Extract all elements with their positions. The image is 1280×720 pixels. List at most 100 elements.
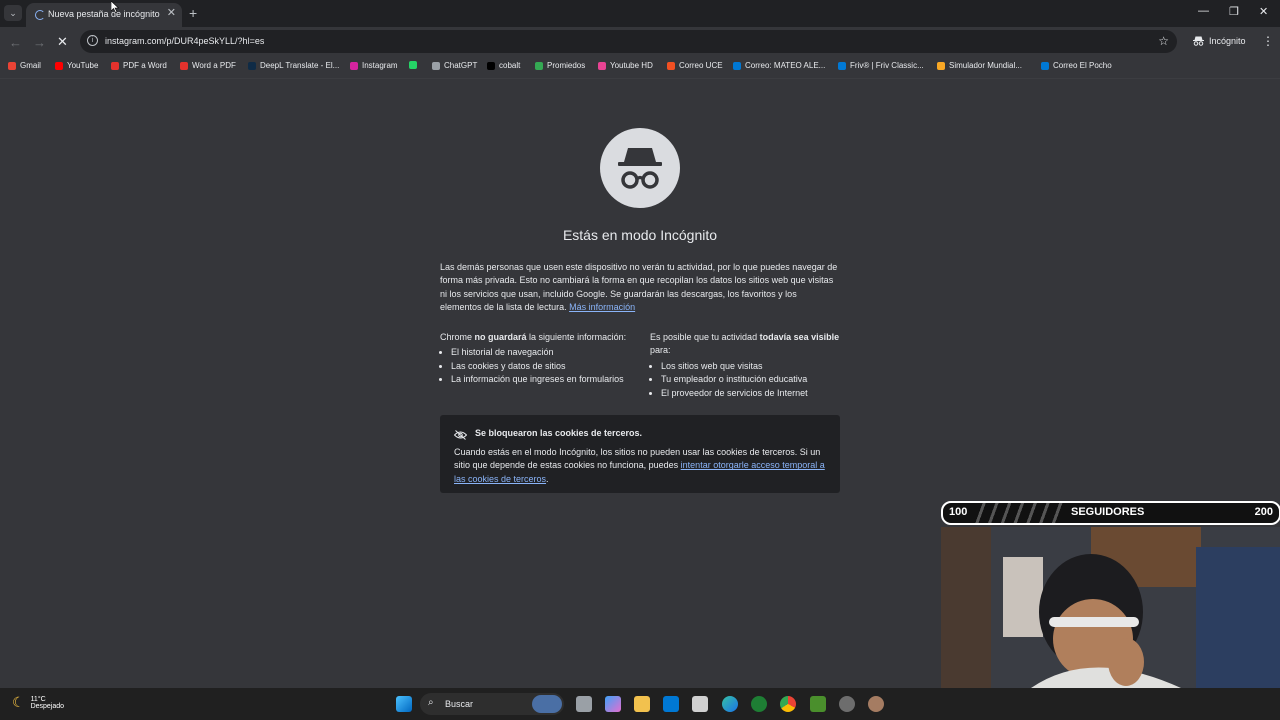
cobalt-icon bbox=[487, 61, 495, 70]
bookmark-label: Friv® | Friv Classic... bbox=[850, 61, 924, 70]
bookmark-label: Correo: MATEO ALE... bbox=[745, 61, 826, 70]
incognito-profile-button[interactable]: Incógnito bbox=[1187, 31, 1252, 51]
address-bar[interactable]: i instagram.com/p/DUR4peSkYLL/?hl=es ☆ bbox=[80, 30, 1177, 53]
outlook-icon[interactable] bbox=[663, 696, 679, 712]
menu-icon[interactable]: ⋮ bbox=[1262, 34, 1274, 48]
bookmark-label: ChatGPT bbox=[444, 61, 478, 70]
site-info-icon[interactable]: i bbox=[87, 35, 98, 46]
list-item: Las cookies y datos de sitios bbox=[451, 360, 640, 373]
webcam-feed bbox=[941, 527, 1280, 688]
intro-text: Las demás personas que usen este disposi… bbox=[440, 262, 838, 313]
tab-search-button[interactable]: ⌄ bbox=[4, 5, 22, 21]
bookmark-item[interactable] bbox=[409, 61, 417, 69]
bookmark-item[interactable]: Correo El Pocho bbox=[1041, 61, 1112, 70]
weather-widget[interactable]: ☾ 11°C Despejado bbox=[12, 694, 64, 711]
cookies-body: Cuando estás en el modo Incógnito, los s… bbox=[454, 447, 825, 484]
copilot-icon[interactable] bbox=[605, 696, 621, 712]
incognito-icon bbox=[1193, 36, 1204, 46]
promiedos-icon bbox=[535, 61, 543, 70]
app-icon[interactable] bbox=[839, 696, 855, 712]
bookmark-item[interactable]: Word a PDF bbox=[180, 61, 236, 70]
chrome-icon[interactable] bbox=[780, 696, 796, 712]
url-text[interactable]: instagram.com/p/DUR4peSkYLL/?hl=es bbox=[105, 36, 264, 46]
bookmark-label: YouTube bbox=[67, 61, 99, 70]
search-icon: ⌕ bbox=[428, 697, 434, 708]
bookmark-label: cobalt bbox=[499, 61, 521, 70]
minecraft-icon[interactable] bbox=[810, 696, 826, 712]
store-icon[interactable] bbox=[692, 696, 708, 712]
bookmark-item[interactable]: Gmail bbox=[8, 61, 41, 70]
bookmark-label: Youtube HD bbox=[610, 61, 653, 70]
stop-loading-button[interactable]: ✕ bbox=[57, 34, 68, 50]
list-item: El proveedor de servicios de Internet bbox=[661, 387, 842, 400]
edge-icon[interactable] bbox=[722, 696, 738, 712]
bookmark-item[interactable]: DeepL Translate - El... bbox=[248, 61, 339, 70]
back-button[interactable]: ← bbox=[9, 35, 22, 50]
search-placeholder: Buscar bbox=[445, 699, 474, 709]
more-info-link[interactable]: Más información bbox=[569, 302, 635, 312]
bookmark-label: PDF a Word bbox=[123, 61, 167, 70]
third-party-cookies-card: Se bloquearon las cookies de terceros. C… bbox=[440, 415, 840, 493]
simulador-icon bbox=[937, 61, 945, 70]
restore-button[interactable]: ❐ bbox=[1229, 5, 1239, 18]
taskbar: ☾ 11°C Despejado ⌕ Buscar bbox=[0, 688, 1280, 720]
page-title: Estás en modo Incógnito bbox=[562, 227, 718, 243]
windows-start-icon[interactable] bbox=[396, 696, 412, 712]
bookmark-star-icon[interactable]: ☆ bbox=[1158, 34, 1169, 48]
goal-start: 100 bbox=[949, 506, 968, 518]
tab-close-icon[interactable]: ✕ bbox=[167, 6, 176, 19]
close-window-button[interactable]: ✕ bbox=[1259, 5, 1268, 18]
still-visible-section: Es posible que tu actividad todavía sea … bbox=[650, 331, 842, 400]
utorrent-icon[interactable] bbox=[751, 696, 767, 712]
bookmark-item[interactable]: Correo UCE bbox=[667, 61, 723, 70]
heart-icon bbox=[111, 61, 119, 70]
bookmark-item[interactable]: Simulador Mundial... bbox=[937, 61, 1022, 70]
weather-temperature: 11°C bbox=[30, 695, 46, 703]
list-item: Tu empleador o institución educativa bbox=[661, 373, 842, 386]
still-visible-heading: Es posible que tu actividad todavía sea … bbox=[650, 332, 840, 356]
chevron-down-icon: ⌄ bbox=[9, 7, 17, 18]
list-item: Los sitios web que visitas bbox=[661, 360, 842, 373]
list-item: El historial de navegación bbox=[451, 346, 640, 359]
bookmark-item[interactable]: PDF a Word bbox=[111, 61, 167, 70]
not-saved-section: Chrome no guardará la siguiente informac… bbox=[440, 331, 640, 387]
list-item: La información que ingreses en formulari… bbox=[451, 373, 640, 386]
minimize-button[interactable]: — bbox=[1198, 5, 1209, 17]
incognito-label: Incógnito bbox=[1209, 36, 1246, 46]
deepl-icon bbox=[248, 61, 256, 70]
bookmark-item[interactable]: cobalt bbox=[487, 61, 520, 70]
bookmark-label: Correo UCE bbox=[679, 61, 723, 70]
search-highlight-icon bbox=[532, 695, 562, 713]
bookmark-item[interactable]: ChatGPT bbox=[432, 61, 477, 70]
goal-end: 200 bbox=[1254, 506, 1273, 518]
taskbar-search[interactable]: ⌕ Buscar bbox=[420, 693, 564, 715]
bookmark-item[interactable]: Friv® | Friv Classic... bbox=[838, 61, 924, 70]
incognito-description: Las demás personas que usen este disposi… bbox=[440, 261, 840, 315]
bookmark-item[interactable]: Promiedos bbox=[535, 61, 585, 70]
tab-active[interactable]: Nueva pestaña de incógnito ✕ bbox=[26, 3, 182, 27]
bookmark-label: Gmail bbox=[20, 61, 41, 70]
file-explorer-icon[interactable] bbox=[634, 696, 650, 712]
task-view-icon[interactable] bbox=[576, 696, 592, 712]
bookmark-item[interactable]: Correo: MATEO ALE... bbox=[733, 61, 825, 70]
bookmark-label: Correo El Pocho bbox=[1053, 61, 1112, 70]
bookmarks-bar: Gmail YouTube PDF a Word Word a PDF DeepL Tr… bbox=[0, 56, 1280, 79]
tab-title: Nueva pestaña de incógnito bbox=[48, 9, 160, 19]
bookmark-label: Promiedos bbox=[547, 61, 586, 70]
incognito-hero-icon bbox=[600, 128, 680, 208]
forward-button[interactable]: → bbox=[33, 35, 46, 50]
eye-off-icon bbox=[453, 427, 468, 445]
bookmark-label: Word a PDF bbox=[192, 61, 236, 70]
friv-icon bbox=[838, 61, 846, 70]
bookmark-label: DeepL Translate - El... bbox=[260, 61, 340, 70]
goal-stripes bbox=[973, 503, 1065, 523]
outlook-icon bbox=[1041, 61, 1049, 70]
bookmark-item[interactable]: Instagram bbox=[350, 61, 398, 70]
cookies-title: Se bloquearon las cookies de terceros. bbox=[475, 428, 643, 438]
profile-app-icon[interactable] bbox=[868, 696, 884, 712]
microsoft-icon bbox=[667, 61, 675, 70]
new-tab-button[interactable]: + bbox=[189, 5, 197, 21]
bookmark-item[interactable]: Youtube HD bbox=[598, 61, 653, 70]
bookmark-item[interactable]: YouTube bbox=[55, 61, 98, 70]
youtube-hd-icon bbox=[598, 61, 606, 70]
